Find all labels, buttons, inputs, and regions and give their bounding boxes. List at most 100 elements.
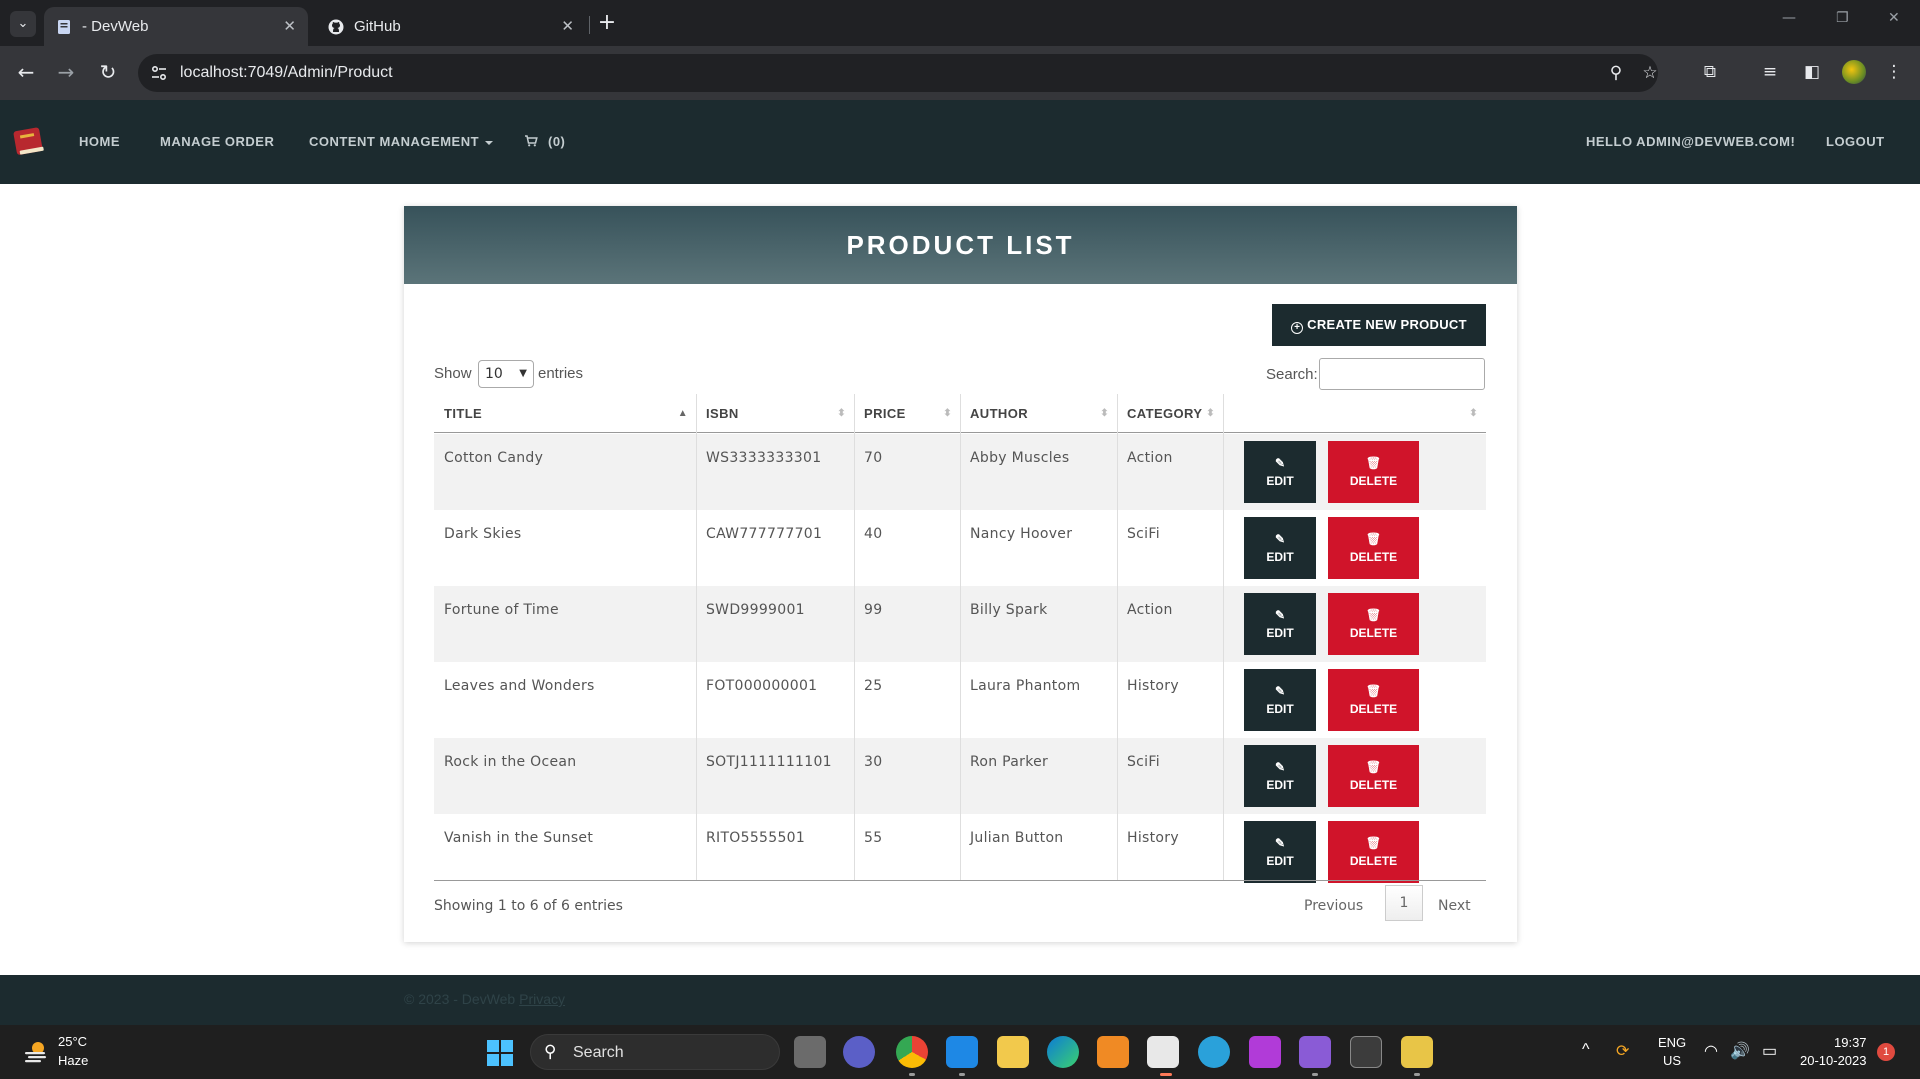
delete-button[interactable]: 🗑 DELETE (1328, 669, 1419, 731)
notification-badge[interactable]: 1 (1877, 1043, 1895, 1061)
site-footer: © 2023 - DevWeb Privacy (0, 975, 1920, 1025)
side-panel-icon[interactable]: ◧ (1800, 60, 1824, 84)
browser-menu-icon[interactable]: ⋮ (1882, 60, 1906, 84)
delete-button-label: DELETE (1349, 778, 1398, 792)
battery-icon[interactable]: ▭ (1762, 1041, 1777, 1061)
book-logo-icon[interactable] (10, 122, 48, 160)
edit-button[interactable]: ✎ EDIT (1244, 669, 1316, 731)
column-header-price[interactable]: PRICE ⬍ (854, 394, 960, 433)
language-label[interactable]: ENG (1658, 1035, 1686, 1050)
edit-button[interactable]: ✎ EDIT (1244, 821, 1316, 883)
extensions-icon[interactable]: ⧉ (1698, 60, 1722, 84)
cell-isbn: WS3333333301 (706, 450, 822, 466)
file-explorer-icon[interactable] (997, 1036, 1029, 1068)
delete-button[interactable]: 🗑 DELETE (1328, 517, 1419, 579)
teams-chat-icon[interactable] (843, 1036, 875, 1068)
site-settings-icon[interactable] (150, 64, 168, 82)
cell-category: Action (1127, 602, 1173, 618)
visual-studio-icon[interactable] (1299, 1036, 1331, 1068)
pagination-previous[interactable]: Previous (1304, 894, 1363, 918)
edit-button-label: EDIT (1266, 550, 1294, 564)
edit-button[interactable]: ✎ EDIT (1244, 441, 1316, 503)
nav-logout[interactable]: LOGOUT (1826, 100, 1885, 184)
tab-search-menu-button[interactable]: ⌄ (10, 11, 36, 37)
haze-weather-icon[interactable] (22, 1037, 50, 1065)
nav-greeting[interactable]: HELLO ADMIN@DEVWEB.COM! (1586, 100, 1795, 184)
profile-avatar[interactable] (1842, 60, 1866, 84)
footer-privacy-link[interactable]: Privacy (519, 991, 565, 1007)
create-new-product-button[interactable]: + CREATE NEW PRODUCT (1272, 304, 1486, 346)
zoom-icon[interactable]: ⚲ (1606, 63, 1626, 83)
wifi-icon[interactable]: ◠ (1704, 1041, 1718, 1061)
close-window-icon[interactable]: ✕ (1888, 10, 1900, 26)
tab-github[interactable]: GitHub ✕ (316, 7, 586, 46)
page-title: PRODUCT LIST (846, 230, 1075, 260)
nav-manage-order[interactable]: MANAGE ORDER (160, 100, 274, 184)
entries-per-page-value: 10 (485, 366, 503, 382)
column-header-label: PRICE (864, 406, 906, 421)
column-header-author[interactable]: AUTHOR ⬍ (960, 394, 1117, 433)
column-header-category[interactable]: CATEGORY ⬍ (1117, 394, 1223, 433)
edit-button[interactable]: ✎ EDIT (1244, 517, 1316, 579)
taskbar-search-label: Search (573, 1044, 624, 1061)
region-label[interactable]: US (1663, 1053, 1681, 1068)
clock-date[interactable]: 20-10-2023 (1800, 1053, 1867, 1068)
cell-category: SciFi (1127, 754, 1160, 770)
pagination-page-1[interactable]: 1 (1385, 885, 1423, 921)
notepad-icon[interactable] (1147, 1036, 1179, 1068)
nav-content-management[interactable]: CONTENT MANAGEMENT (309, 100, 494, 184)
edit-button-label: EDIT (1266, 702, 1294, 716)
taskbar-search-box[interactable]: ⚲ Search (530, 1034, 780, 1070)
edit-button[interactable]: ✎ EDIT (1244, 745, 1316, 807)
tab-devweb[interactable]: - DevWeb ✕ (44, 7, 308, 46)
edge-icon[interactable] (1047, 1036, 1079, 1068)
running-indicator (1312, 1073, 1318, 1076)
new-tab-button[interactable]: + (596, 9, 618, 37)
nav-cart[interactable]: (0) (524, 100, 565, 184)
chrome-icon[interactable] (896, 1036, 928, 1068)
column-header-actions[interactable]: ⬍ (1223, 394, 1486, 433)
reload-icon[interactable]: ↻ (94, 58, 122, 86)
vscode-icon[interactable] (946, 1036, 978, 1068)
delete-button[interactable]: 🗑 DELETE (1328, 441, 1419, 503)
delete-button[interactable]: 🗑 DELETE (1328, 745, 1419, 807)
terminal-icon[interactable] (1350, 1036, 1382, 1068)
tools-app-icon[interactable] (1401, 1036, 1433, 1068)
trash-icon: 🗑 (1365, 608, 1382, 622)
search-input[interactable] (1319, 358, 1485, 390)
close-tab-icon[interactable]: ✕ (561, 7, 574, 46)
nav-home[interactable]: HOME (79, 100, 120, 184)
windows-start-icon[interactable] (486, 1039, 514, 1067)
task-view-icon[interactable] (794, 1036, 826, 1068)
trash-icon: 🗑 (1365, 456, 1382, 470)
delete-button[interactable]: 🗑 DELETE (1328, 821, 1419, 883)
telegram-icon[interactable] (1198, 1036, 1230, 1068)
bookmark-star-icon[interactable]: ☆ (1640, 63, 1660, 83)
close-tab-icon[interactable]: ✕ (283, 7, 296, 46)
pagination-next[interactable]: Next (1438, 894, 1471, 918)
edit-button[interactable]: ✎ EDIT (1244, 593, 1316, 655)
sublime-text-icon[interactable] (1097, 1036, 1129, 1068)
column-header-isbn[interactable]: ISBN ⬍ (696, 394, 854, 433)
table-info: Showing 1 to 6 of 6 entries (434, 898, 623, 914)
address-bar[interactable]: localhost:7049/Admin/Product ⚲ ☆ (138, 54, 1658, 92)
restore-icon[interactable]: ❐ (1836, 10, 1849, 26)
clock-time[interactable]: 19:37 (1834, 1035, 1867, 1050)
media-controls-icon[interactable]: ≡ (1758, 60, 1782, 84)
forward-icon[interactable]: → (52, 58, 80, 86)
column-header-title[interactable]: TITLE ▲ (434, 394, 696, 433)
volume-icon[interactable]: 🔊 (1730, 1041, 1750, 1061)
sync-icon[interactable]: ⟳ (1616, 1041, 1629, 1061)
cell-title: Dark Skies (444, 526, 522, 542)
show-hidden-icons-chevron-icon[interactable]: ^ (1582, 1041, 1590, 1059)
footer-copyright-text: © 2023 - DevWeb (404, 991, 516, 1007)
heart-app-icon[interactable] (1249, 1036, 1281, 1068)
cell-price: 30 (864, 754, 883, 770)
delete-button-label: DELETE (1349, 702, 1398, 716)
back-icon[interactable]: ← (12, 58, 40, 86)
cell-author: Laura Phantom (970, 678, 1081, 694)
minimize-icon[interactable]: — (1782, 10, 1796, 26)
delete-button[interactable]: 🗑 DELETE (1328, 593, 1419, 655)
entries-per-page-select[interactable]: 10 ▼ (478, 360, 534, 388)
running-indicator (909, 1073, 915, 1076)
